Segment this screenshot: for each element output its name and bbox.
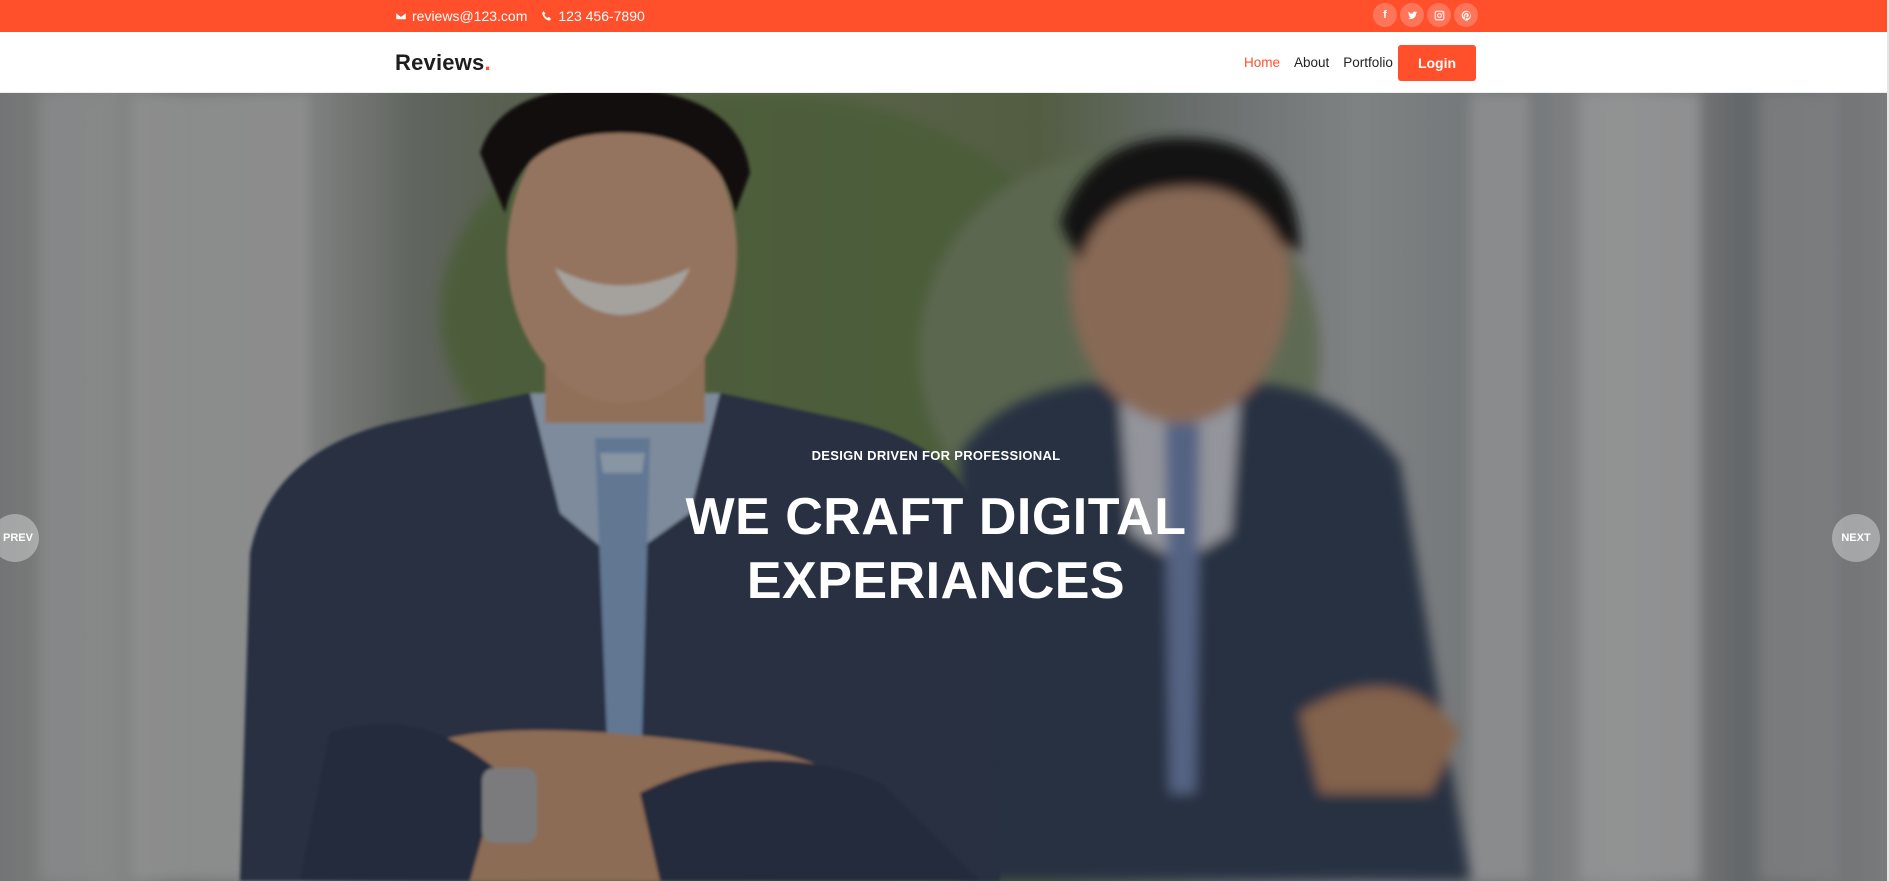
twitter-icon[interactable] (1400, 3, 1424, 27)
email-text: reviews@123.com (412, 8, 528, 24)
nav-item-about[interactable]: About (1294, 55, 1329, 70)
email-link[interactable]: reviews@123.com (395, 8, 527, 24)
hero-eyebrow: DESIGN DRIVEN FOR PROFESSIONAL (811, 448, 1061, 463)
slider-next-button[interactable]: NEXT (1832, 514, 1880, 562)
pinterest-icon[interactable] (1454, 3, 1478, 27)
top-bar: reviews@123.com 123 456-7890 f (0, 0, 1889, 32)
phone-text: 123 456-7890 (558, 8, 645, 24)
phone-link[interactable]: 123 456-7890 (541, 8, 645, 24)
nav-menu: Home About Portfolio (1244, 32, 1393, 93)
hero-headline-line-2: EXPERIANCES (746, 552, 1126, 610)
site-logo[interactable]: Reviews. (395, 50, 491, 76)
page: reviews@123.com 123 456-7890 f Reviews. (0, 0, 1889, 881)
nav-item-portfolio[interactable]: Portfolio (1343, 55, 1393, 70)
nav-item-home[interactable]: Home (1244, 55, 1280, 70)
main-navbar: Reviews. Home About Portfolio Login (0, 32, 1889, 93)
hero-headline-line-1: WE CRAFT DIGITAL (685, 488, 1187, 546)
hero-slider: DESIGN DRIVEN FOR PROFESSIONAL WE CRAFT … (0, 93, 1889, 881)
social-links: f (1373, 3, 1478, 27)
envelope-icon (395, 11, 407, 21)
contact-info: reviews@123.com 123 456-7890 (395, 0, 645, 32)
logo-text: Reviews (395, 50, 485, 75)
phone-icon (542, 11, 552, 21)
instagram-icon[interactable] (1427, 3, 1451, 27)
login-button[interactable]: Login (1398, 45, 1476, 81)
facebook-icon[interactable]: f (1373, 3, 1397, 27)
logo-dot: . (484, 50, 491, 75)
hero-content: DESIGN DRIVEN FOR PROFESSIONAL WE CRAFT … (0, 448, 1872, 613)
hero-headline: WE CRAFT DIGITAL EXPERIANCES (0, 485, 1872, 613)
